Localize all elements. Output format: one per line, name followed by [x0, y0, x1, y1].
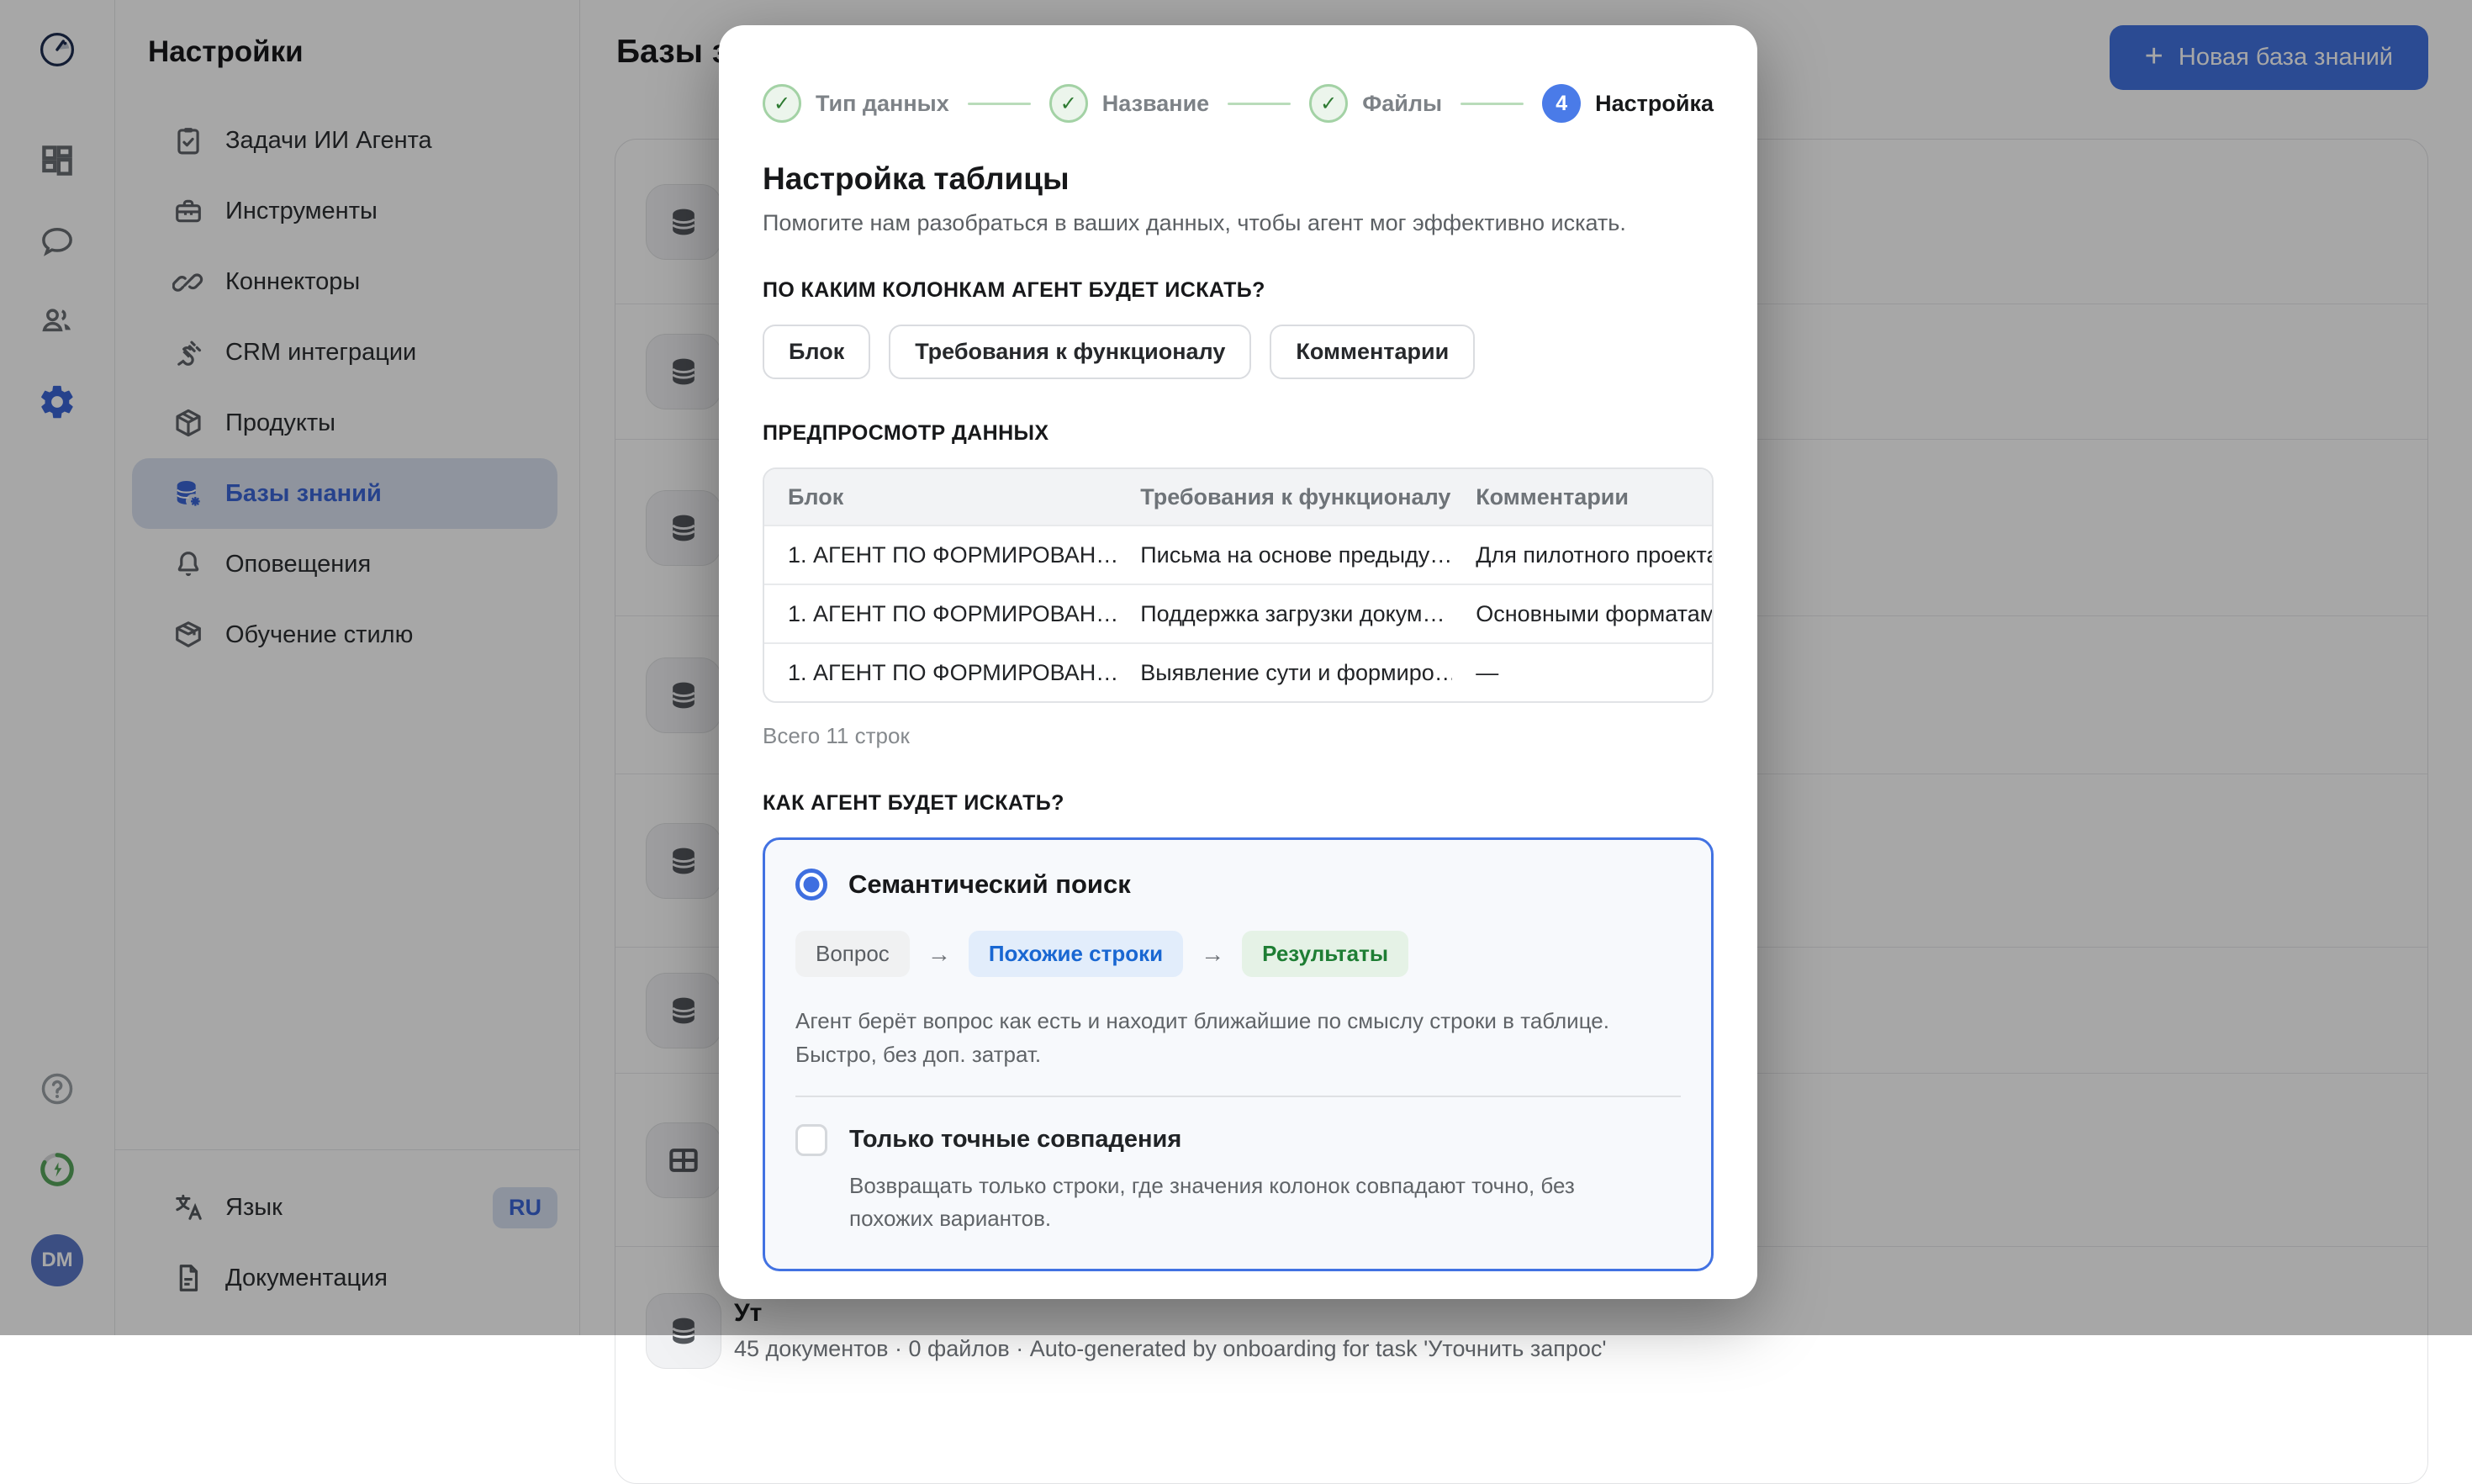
step-connector	[968, 103, 1031, 105]
step-data-type[interactable]: ✓ Тип данных	[763, 84, 949, 123]
arrow-icon: →	[927, 941, 951, 968]
arrow-icon: →	[1201, 941, 1224, 968]
step-files[interactable]: ✓ Файлы	[1309, 84, 1442, 123]
step-check-icon: ✓	[763, 84, 801, 123]
wizard-stepper: ✓ Тип данных ✓ Название ✓ Файлы 4 Настро…	[763, 84, 1714, 123]
exact-match-label: Только точные совпадения	[849, 1126, 1181, 1154]
column-header: Блок	[764, 469, 1117, 525]
table-row: 1. АГЕНТ ПО ФОРМИРОВАН… Письма на основе…	[764, 525, 1712, 584]
table-setup-modal: ✓ Тип данных ✓ Название ✓ Файлы 4 Настро…	[719, 25, 1757, 1299]
column-header: Комментарии	[1452, 469, 1712, 525]
flow-chip-question: Вопрос	[795, 931, 910, 977]
option-semantic-search[interactable]: Семантический поиск Вопрос → Похожие стр…	[763, 837, 1714, 1271]
step-connector	[1460, 103, 1524, 105]
table-row: 1. АГЕНТ ПО ФОРМИРОВАН… Поддержка загруз…	[764, 584, 1712, 642]
step-number: 4	[1542, 84, 1581, 123]
step-check-icon: ✓	[1049, 84, 1088, 123]
table-header-row: Блок Требования к функционалу Комментари…	[764, 469, 1712, 525]
search-flow-diagram: Вопрос → Похожие строки → Результаты	[795, 931, 1681, 977]
columns-section-label: ПО КАКИМ КОЛОНКАМ АГЕНТ БУДЕТ ИСКАТЬ?	[763, 278, 1714, 303]
kb-subtitle: 45 документов · 0 файлов · Auto-generate…	[734, 1336, 1607, 1362]
flow-chip-similar-rows: Похожие строки	[969, 931, 1183, 977]
option-title: Семантический поиск	[848, 869, 1131, 900]
data-preview-table: Блок Требования к функционалу Комментари…	[763, 467, 1714, 703]
column-chip-block[interactable]: Блок	[763, 325, 870, 379]
modal-subtitle: Помогите нам разобраться в ваших данных,…	[763, 210, 1714, 236]
column-chip-comments[interactable]: Комментарии	[1270, 325, 1475, 379]
flow-chip-results: Результаты	[1242, 931, 1408, 977]
search-section-label: КАК АГЕНТ БУДЕТ ИСКАТЬ?	[763, 791, 1714, 816]
column-chip-requirements[interactable]: Требования к функционалу	[889, 325, 1251, 379]
exact-match-checkbox[interactable]	[795, 1124, 827, 1156]
column-header: Требования к функционалу	[1117, 469, 1452, 525]
modal-title: Настройка таблицы	[763, 161, 1714, 197]
step-check-icon: ✓	[1309, 84, 1348, 123]
step-connector	[1228, 103, 1291, 105]
column-chips: Блок Требования к функционалу Комментари…	[763, 325, 1714, 379]
step-settings[interactable]: 4 Настройка	[1542, 84, 1714, 123]
radio-selected-icon[interactable]	[795, 869, 827, 900]
exact-match-description: Возвращать только строки, где значения к…	[849, 1170, 1664, 1235]
divider	[795, 1096, 1681, 1097]
table-row-count: Всего 11 строк	[763, 723, 1714, 749]
table-row: 1. АГЕНТ ПО ФОРМИРОВАН… Выявление сути и…	[764, 642, 1712, 701]
option-description: Агент берёт вопрос как есть и находит бл…	[795, 1004, 1681, 1072]
step-name[interactable]: ✓ Название	[1049, 84, 1209, 123]
preview-section-label: ПРЕДПРОСМОТР ДАННЫХ	[763, 421, 1714, 446]
